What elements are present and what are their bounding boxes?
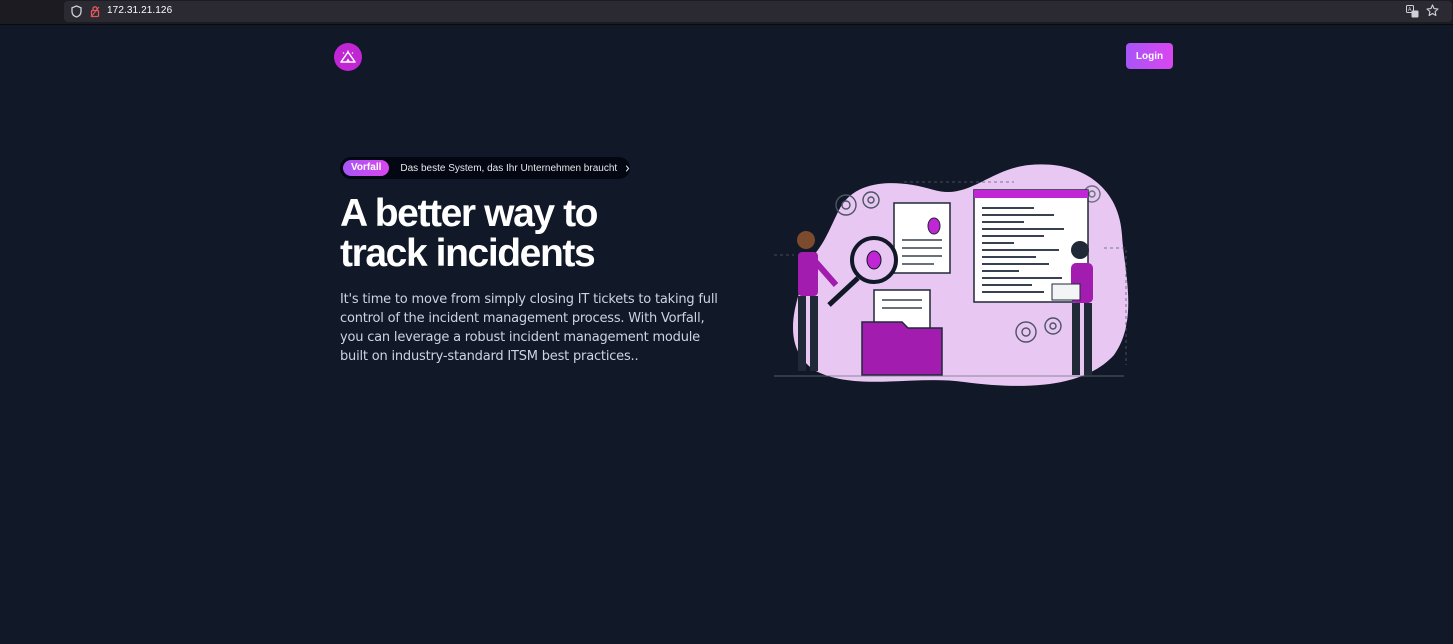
star-icon[interactable] — [1426, 4, 1439, 22]
hero-title: A better way to track incidents — [340, 194, 670, 274]
chevron-right-icon — [625, 164, 630, 172]
lock-icon[interactable] — [90, 5, 100, 23]
url-text[interactable]: 172.31.21.126 — [107, 5, 172, 16]
bug-icon — [927, 217, 941, 235]
login-button[interactable]: Login — [1126, 43, 1173, 69]
announcement-badge: Vorfall — [343, 160, 390, 176]
shield-icon[interactable] — [71, 5, 82, 23]
brand-logo[interactable] — [334, 43, 362, 71]
announcement-text: Das beste System, das Ihr Unternehmen br… — [400, 162, 618, 174]
hero-illustration — [774, 160, 1134, 395]
browser-toolbar: 172.31.21.126 A — [0, 0, 1453, 25]
hero-description: It's time to move from simply closing IT… — [340, 292, 718, 364]
svg-text:A: A — [1408, 7, 1412, 13]
hero-title-line-2: track incidents — [340, 232, 596, 275]
tent-logo-icon — [340, 50, 356, 63]
announcement-pill[interactable]: Vorfall Das beste System, das Ihr Untern… — [340, 157, 630, 179]
folder-icon — [861, 321, 943, 376]
hero-title-line-1: A better way to — [340, 192, 599, 235]
translate-icon[interactable]: A — [1406, 5, 1419, 23]
address-bar[interactable]: 172.31.21.126 A — [64, 1, 1452, 22]
